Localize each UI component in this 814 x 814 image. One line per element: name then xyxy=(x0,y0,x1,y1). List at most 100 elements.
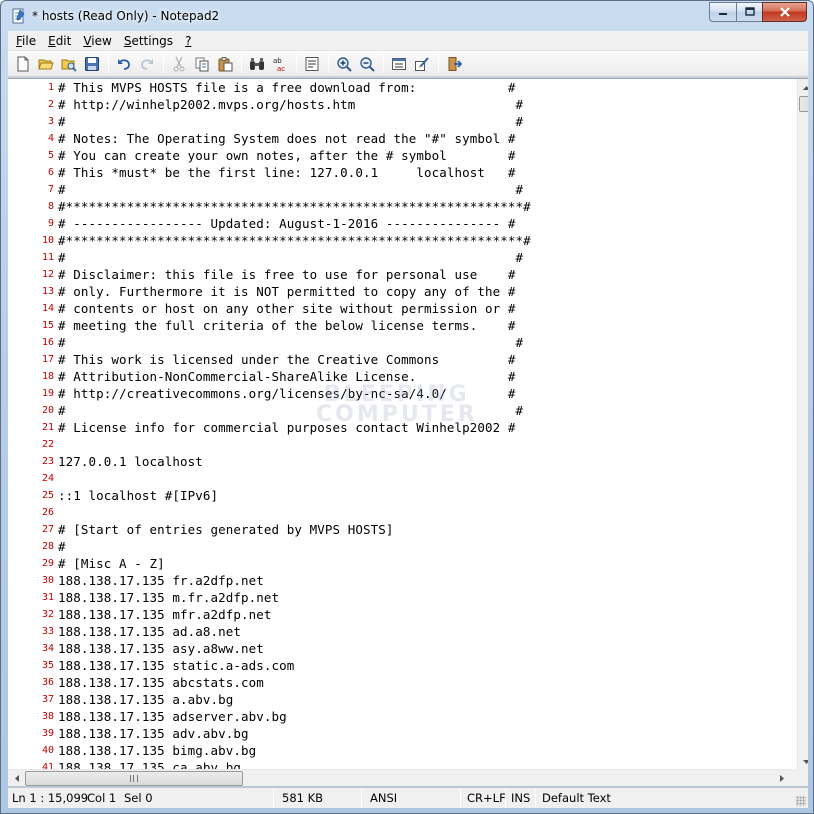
line-text[interactable]: #***************************************… xyxy=(58,198,531,215)
cut-button[interactable] xyxy=(168,53,190,75)
line-text[interactable]: # This work is licensed under the Creati… xyxy=(58,351,516,368)
menu-file[interactable]: File xyxy=(10,31,42,51)
editor-line[interactable]: 7 # # xyxy=(8,181,790,198)
editor-line[interactable]: 38 188.138.17.135 adserver.abv.bg xyxy=(8,708,790,725)
editor-line[interactable]: 2 # http://winhelp2002.mvps.org/hosts.htm… xyxy=(8,96,790,113)
line-text[interactable]: # This MVPS HOSTS file is a free downloa… xyxy=(58,79,516,96)
line-text[interactable]: 188.138.17.135 abcstats.com xyxy=(58,674,264,691)
line-text[interactable]: # You can create your own notes, after t… xyxy=(58,147,516,164)
editor-line[interactable]: 40 188.138.17.135 bimg.abv.bg xyxy=(8,742,790,759)
open-button[interactable] xyxy=(35,53,57,75)
line-text[interactable]: # [Misc A - Z] xyxy=(58,555,165,572)
line-text[interactable]: #***************************************… xyxy=(58,232,531,249)
save-button[interactable] xyxy=(81,53,103,75)
word-wrap-button[interactable] xyxy=(301,53,323,75)
line-text[interactable]: 127.0.0.1 localhost xyxy=(58,453,203,470)
line-text[interactable]: # Disclaimer: this file is free to use f… xyxy=(58,266,516,283)
editor-line[interactable]: 41 188.138.17.135 ca.abv.bg xyxy=(8,759,790,769)
line-text[interactable]: 188.138.17.135 adserver.abv.bg xyxy=(58,708,287,725)
editor-line[interactable]: 28 # xyxy=(8,538,790,555)
scroll-right-button[interactable] xyxy=(773,770,790,787)
copy-button[interactable] xyxy=(191,53,213,75)
line-text[interactable]: 188.138.17.135 static.a-ads.com xyxy=(58,657,294,674)
line-text[interactable]: # xyxy=(58,538,66,555)
menu-help[interactable]: ? xyxy=(179,31,197,51)
editor-line[interactable]: 16 # # xyxy=(8,334,790,351)
editor-line[interactable]: 11 # # xyxy=(8,249,790,266)
status-encoding[interactable]: ANSI xyxy=(366,788,397,809)
editor-line[interactable]: 5 # You can create your own notes, after … xyxy=(8,147,790,164)
zoom-out-button[interactable] xyxy=(356,53,378,75)
editor-line[interactable]: 29 # [Misc A - Z] xyxy=(8,555,790,572)
replace-button[interactable]: ab ac xyxy=(269,53,291,75)
notepad-app-icon[interactable] xyxy=(10,8,26,24)
line-text[interactable]: ::1 localhost #[IPv6] xyxy=(58,487,218,504)
vertical-scrollbar[interactable] xyxy=(797,79,808,769)
line-text[interactable]: # http://winhelp2002.mvps.org/hosts.htm … xyxy=(58,96,523,113)
zoom-in-button[interactable] xyxy=(333,53,355,75)
line-text[interactable]: # # xyxy=(58,249,523,266)
status-line-endings[interactable]: CR+LF xyxy=(463,788,506,809)
editor-line[interactable]: 33 188.138.17.135 ad.a8.net xyxy=(8,623,790,640)
editor-line[interactable]: 32 188.138.17.135 mfr.a2dfp.net xyxy=(8,606,790,623)
browse-button[interactable] xyxy=(58,53,80,75)
editor-line[interactable]: 9 # ----------------- Updated: August-1-2… xyxy=(8,215,790,232)
line-text[interactable]: # Notes: The Operating System does not r… xyxy=(58,130,516,147)
line-text[interactable]: # # xyxy=(58,334,523,351)
line-text[interactable]: # only. Furthermore it is NOT permitted … xyxy=(58,283,516,300)
text-editor[interactable]: 1 # This MVPS HOSTS file is a free downlo… xyxy=(8,78,808,769)
line-text[interactable]: 188.138.17.135 ca.abv.bg xyxy=(58,759,241,769)
status-scheme[interactable]: Default Text xyxy=(538,788,611,809)
resize-grip[interactable] xyxy=(796,796,806,806)
line-text[interactable]: 188.138.17.135 fr.a2dfp.net xyxy=(58,572,264,589)
maximize-button[interactable] xyxy=(736,2,762,22)
line-text[interactable]: # # xyxy=(58,113,523,130)
editor-line[interactable]: 39 188.138.17.135 adv.abv.bg xyxy=(8,725,790,742)
editor-line[interactable]: 13 # only. Furthermore it is NOT permitte… xyxy=(8,283,790,300)
editor-line[interactable]: 3 # # xyxy=(8,113,790,130)
menu-view[interactable]: View xyxy=(77,31,117,51)
scroll-left-button[interactable] xyxy=(8,770,25,787)
line-text[interactable]: 188.138.17.135 mfr.a2dfp.net xyxy=(58,606,272,623)
line-text[interactable]: 188.138.17.135 m.fr.a2dfp.net xyxy=(58,589,279,606)
horizontal-scroll-thumb[interactable] xyxy=(25,771,243,786)
exit-button[interactable] xyxy=(443,53,465,75)
title-bar[interactable]: * hosts (Read Only) - Notepad2 xyxy=(1,1,813,31)
editor-line[interactable]: 6 # This *must* be the first line: 127.0.… xyxy=(8,164,790,181)
line-text[interactable]: 188.138.17.135 bimg.abv.bg xyxy=(58,742,256,759)
editor-line[interactable]: 36 188.138.17.135 abcstats.com xyxy=(8,674,790,691)
line-text[interactable]: # [Start of entries generated by MVPS HO… xyxy=(58,521,394,538)
new-button[interactable] xyxy=(12,53,34,75)
scroll-up-button[interactable] xyxy=(798,79,808,96)
editor-line[interactable]: 35 188.138.17.135 static.a-ads.com xyxy=(8,657,790,674)
line-text[interactable]: # ----------------- Updated: August-1-20… xyxy=(58,215,516,232)
line-text[interactable]: # This *must* be the first line: 127.0.0… xyxy=(58,164,516,181)
editor-line[interactable]: 30 188.138.17.135 fr.a2dfp.net xyxy=(8,572,790,589)
paste-button[interactable] xyxy=(214,53,236,75)
close-button[interactable] xyxy=(762,2,807,22)
editor-line[interactable]: 37 188.138.17.135 a.abv.bg xyxy=(8,691,790,708)
line-text[interactable]: 188.138.17.135 asy.a8ww.net xyxy=(58,640,264,657)
editor-line[interactable]: 12 # Disclaimer: this file is free to use… xyxy=(8,266,790,283)
minimize-button[interactable] xyxy=(709,2,736,22)
editor-line[interactable]: 15 # meeting the full criteria of the bel… xyxy=(8,317,790,334)
editor-line[interactable]: 24 xyxy=(8,470,790,487)
editor-line[interactable]: 1 # This MVPS HOSTS file is a free downlo… xyxy=(8,79,790,96)
editor-line[interactable]: 27 # [Start of entries generated by MVPS … xyxy=(8,521,790,538)
menu-settings[interactable]: Settings xyxy=(118,31,179,51)
horizontal-scrollbar[interactable] xyxy=(8,769,790,786)
editor-line[interactable]: 14 # contents or host on any other site w… xyxy=(8,300,790,317)
editor-line[interactable]: 23 127.0.0.1 localhost xyxy=(8,453,790,470)
editor-line[interactable]: 4 # Notes: The Operating System does not … xyxy=(8,130,790,147)
line-text[interactable]: # contents or host on any other site wit… xyxy=(58,300,516,317)
line-text[interactable]: 188.138.17.135 ad.a8.net xyxy=(58,623,241,640)
menu-edit[interactable]: Edit xyxy=(42,31,77,51)
editor-line[interactable]: 31 188.138.17.135 m.fr.a2dfp.net xyxy=(8,589,790,606)
line-text[interactable]: # meeting the full criteria of the below… xyxy=(58,317,516,334)
redo-button[interactable] xyxy=(136,53,158,75)
vertical-scroll-thumb[interactable] xyxy=(799,96,808,112)
editor-line[interactable]: 34 188.138.17.135 asy.a8ww.net xyxy=(8,640,790,657)
customize-scheme-button[interactable] xyxy=(411,53,433,75)
editor-line[interactable]: 22 xyxy=(8,436,790,453)
scheme-button[interactable] xyxy=(388,53,410,75)
